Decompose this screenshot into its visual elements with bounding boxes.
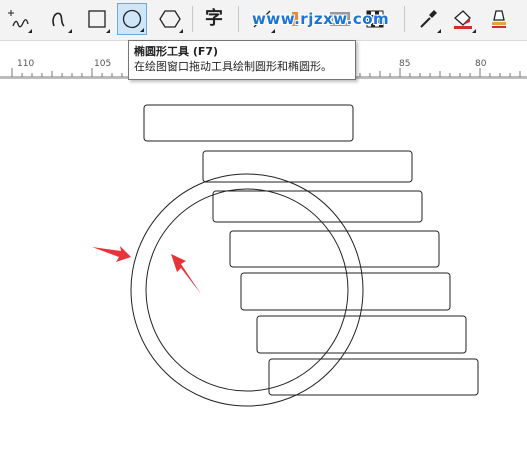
fill-icon (454, 10, 472, 29)
smart-fill-icon (492, 10, 506, 28)
eyedropper-icon (420, 10, 437, 28)
freehand-tool[interactable] (4, 3, 34, 35)
ruler-label-110: 110 (17, 59, 35, 69)
eyedropper-tool[interactable] (413, 3, 443, 35)
tooltip-description: 在绘图窗口拖动工具绘制圆形和椭圆形。 (134, 60, 332, 73)
toolbar: 字 www.rjzxw.com (0, 0, 527, 41)
ruler-label-105: 105 (94, 59, 112, 69)
rectangle-icon (88, 10, 106, 28)
tooltip-title: 椭圆形工具 (F7) (134, 45, 219, 58)
ruler-label-85: 85 (399, 59, 411, 69)
pointer-arrow-inner (171, 254, 201, 294)
pointer-arrow-left (92, 246, 131, 262)
polygon-icon (159, 10, 181, 28)
ruler-label-80: 80 (475, 59, 487, 69)
rectangle-tool[interactable] (82, 3, 112, 35)
text-icon: 字 (205, 8, 223, 29)
rounded-rectangle[interactable] (240, 272, 451, 311)
outer-circle[interactable] (130, 173, 364, 407)
polygon-tool[interactable] (155, 3, 185, 35)
rounded-rectangle[interactable] (202, 150, 413, 183)
rounded-rectangle[interactable] (256, 315, 467, 354)
rounded-rectangle[interactable] (143, 104, 354, 142)
freehand-icon (8, 10, 29, 28)
ellipse-tool[interactable] (117, 3, 147, 35)
ellipse-icon (122, 9, 142, 29)
rounded-rectangle[interactable] (268, 358, 479, 396)
smart-fill-tool[interactable] (484, 3, 514, 35)
ellipse-tool-tooltip: 椭圆形工具 (F7) 在绘图窗口拖动工具绘制圆形和椭圆形。 (128, 40, 356, 80)
artistic-media-tool[interactable] (44, 3, 74, 35)
text-tool[interactable]: 字 (199, 3, 229, 35)
artistic-media-icon (52, 12, 65, 27)
rounded-rectangle[interactable] (229, 230, 440, 268)
drawing-canvas[interactable] (0, 79, 527, 473)
fill-tool[interactable] (448, 3, 478, 35)
watermark-text: www.rjzxw.com (252, 10, 390, 28)
inner-circle[interactable] (145, 188, 349, 392)
